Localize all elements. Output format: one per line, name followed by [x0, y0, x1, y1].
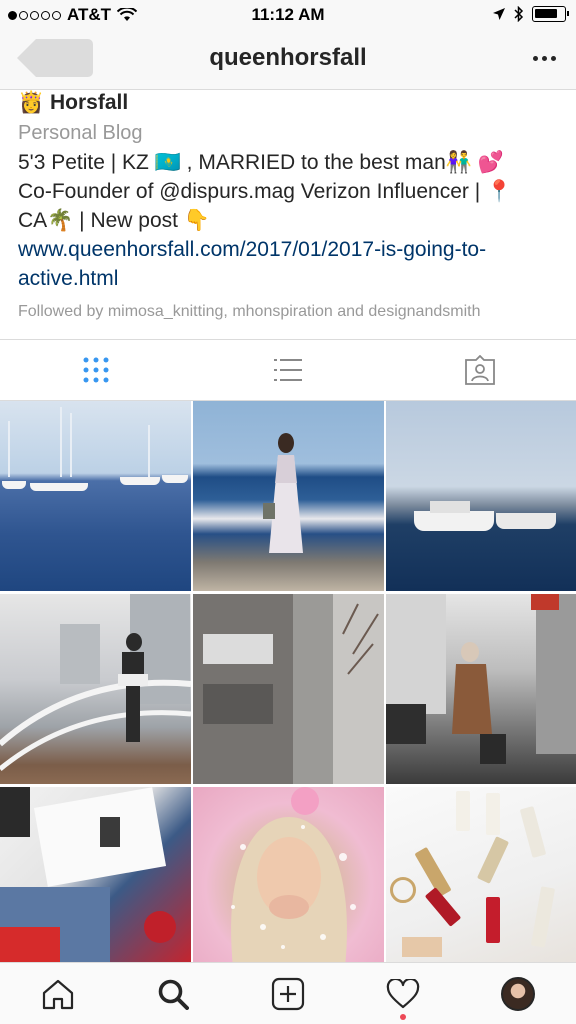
post-thumbnail-9[interactable] — [386, 787, 576, 967]
bio-website-link-line-1[interactable]: www.queenhorsfall.com/2017/01/2017-is-go… — [18, 235, 562, 264]
post-thumbnail-7[interactable] — [0, 787, 191, 967]
post-thumbnail-5[interactable] — [193, 594, 384, 784]
bio-website-link-line-2[interactable]: active.html — [18, 264, 562, 293]
add-post-icon — [271, 977, 305, 1010]
posts-grid — [0, 401, 576, 967]
tab-home[interactable] — [0, 963, 115, 1024]
profile-full-name: 👸 Horsfall — [18, 91, 129, 114]
bio-text-line-1: 5'3 Petite | KZ 🇰🇿 , MARRIED to the best… — [18, 151, 504, 174]
location-arrow-icon — [493, 8, 505, 20]
tab-tagged-photos[interactable] — [384, 340, 576, 400]
tab-grid-view[interactable] — [0, 340, 192, 400]
post-thumbnail-1[interactable] — [0, 401, 191, 591]
tab-search[interactable] — [115, 963, 230, 1024]
notification-dot — [400, 1014, 407, 1020]
tab-activity[interactable] — [346, 963, 461, 1024]
home-icon — [42, 979, 73, 1009]
profile-view-tabs — [0, 339, 576, 401]
tagged-photos-icon — [465, 355, 495, 385]
tab-list-view[interactable] — [192, 340, 384, 400]
status-time: 11:12 AM — [251, 5, 325, 24]
bluetooth-icon — [514, 6, 524, 22]
post-thumbnail-6[interactable] — [386, 594, 576, 784]
bio-text-line-2: Co-Founder of @dispurs.mag Verizon Influ… — [18, 180, 513, 203]
profile-username-title: queenhorsfall — [209, 44, 367, 71]
activity-heart-icon — [386, 978, 420, 1008]
post-thumbnail-4[interactable] — [0, 594, 191, 784]
list-view-icon — [274, 359, 302, 381]
post-thumbnail-8[interactable] — [193, 787, 384, 967]
more-dots-icon — [533, 56, 538, 61]
post-thumbnail-3[interactable] — [386, 401, 576, 591]
profile-category: Personal Blog — [18, 122, 143, 144]
grid-view-icon — [83, 357, 109, 383]
tab-profile[interactable] — [461, 963, 576, 1024]
profile-avatar-icon — [501, 976, 536, 1011]
search-icon — [158, 979, 189, 1010]
navigation-bar: queenhorsfall — [0, 30, 576, 90]
status-bar: AT&T 11:12 AM — [0, 0, 576, 30]
bottom-tab-bar — [0, 962, 576, 1024]
bio-text-line-3: CA🌴 | New post 👇 — [18, 209, 210, 232]
tab-new-post[interactable] — [230, 963, 345, 1024]
post-thumbnail-2[interactable] — [193, 401, 384, 591]
battery-icon — [532, 6, 569, 22]
more-options-button[interactable] — [533, 56, 556, 61]
followed-by-text[interactable]: Followed by mimosa_knitting, mhonspirati… — [18, 303, 562, 321]
status-right — [492, 6, 569, 22]
profile-bio: 👸 Horsfall Personal Blog 5'3 Petite | KZ… — [18, 90, 562, 321]
